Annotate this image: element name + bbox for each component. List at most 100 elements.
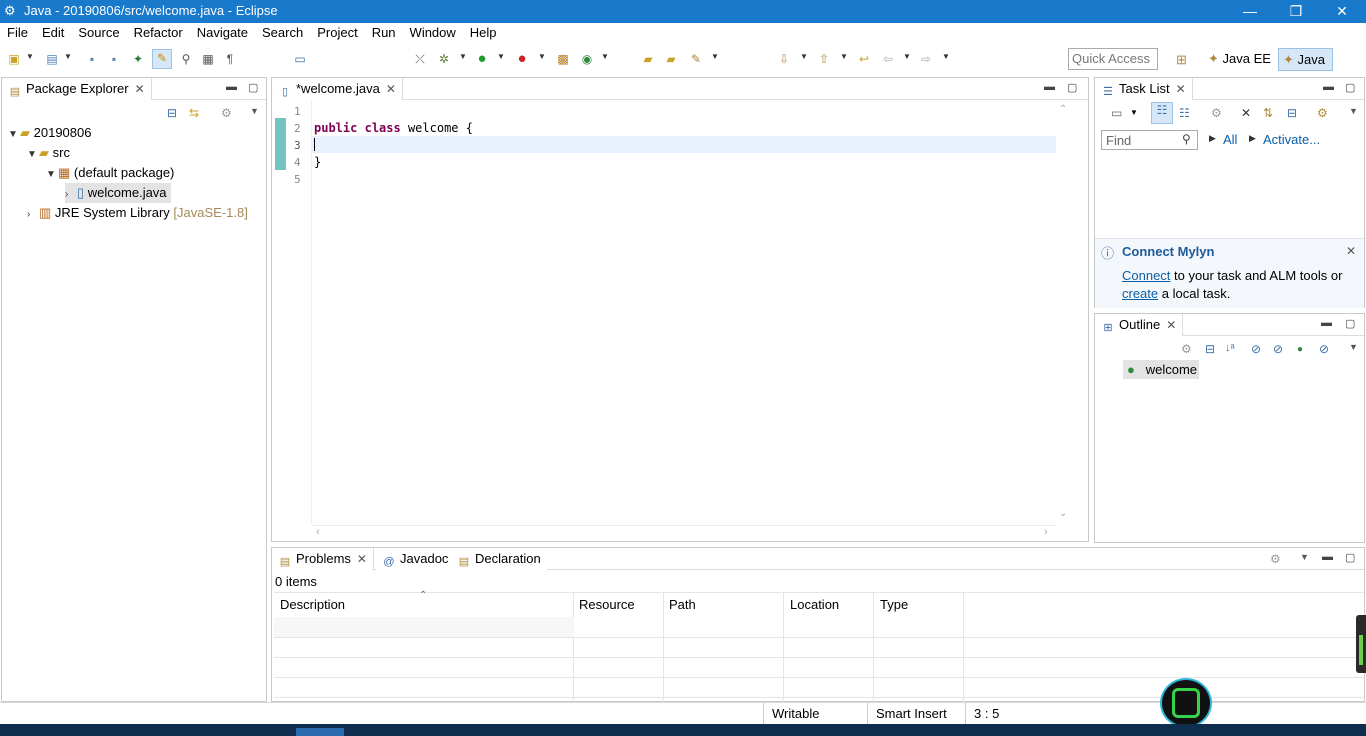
chevron-down-icon[interactable]: ▼ (538, 52, 546, 61)
quick-access-input[interactable]: Quick Access (1068, 48, 1158, 70)
toggle-mark-occurrences-icon[interactable]: ✎ (152, 49, 172, 69)
close-icon[interactable]: ✕ (135, 82, 145, 96)
scroll-left-icon[interactable]: ‹ (316, 526, 320, 538)
external-tools-icon[interactable]: ▩ (555, 51, 571, 67)
minimize-icon[interactable]: ▬ (1321, 317, 1332, 329)
maximize-icon[interactable]: ▢ (248, 81, 258, 94)
column-description[interactable]: Description ⌃ (274, 590, 574, 703)
taskbar-active-item[interactable] (296, 728, 344, 736)
tree-default-package[interactable]: ▼ ▦ (default package) (46, 165, 174, 181)
column-resource[interactable]: Resource (574, 593, 664, 703)
maximize-icon[interactable]: ▢ (1345, 551, 1355, 564)
column-path[interactable]: Path (664, 593, 784, 703)
chevron-down-icon[interactable]: ▼ (903, 52, 911, 61)
menu-file[interactable]: File (0, 23, 35, 40)
chevron-down-icon[interactable]: ▼ (8, 129, 20, 140)
maximize-icon[interactable]: ▢ (1067, 81, 1077, 94)
connect-link[interactable]: Connect (1122, 268, 1170, 283)
show-whitespace-icon[interactable]: ▦ (200, 51, 216, 67)
hide-local-types-icon[interactable]: ⊘ (1319, 342, 1329, 356)
sync-icon[interactable]: ⇅ (1263, 106, 1273, 120)
close-icon[interactable]: ✕ (1346, 244, 1356, 258)
perspective-java-ee[interactable]: ✦ Java EE (1204, 48, 1275, 71)
side-widget[interactable] (1356, 615, 1366, 673)
filter-icon[interactable]: ⚙ (221, 106, 232, 120)
link-editor-icon[interactable]: ⇆ (189, 106, 199, 120)
chevron-right-icon[interactable]: › (65, 189, 77, 200)
back-icon[interactable]: ⇦ (880, 51, 896, 67)
debug-icon[interactable]: ✲ (436, 51, 452, 67)
collapse-all-icon[interactable]: ⊟ (1287, 106, 1297, 120)
menu-run[interactable]: Run (365, 23, 403, 40)
scroll-up-icon[interactable]: ⌃ (1059, 104, 1067, 115)
vertical-scrollbar[interactable]: ⌃ ⌄ (1057, 100, 1071, 524)
minimize-icon[interactable]: ▬ (1044, 81, 1055, 93)
new-project-icon[interactable]: ▤ (44, 51, 60, 67)
console-icon[interactable]: ▭ (292, 51, 308, 67)
chevron-down-icon[interactable]: ▼ (64, 52, 72, 61)
view-menu-icon[interactable]: ▼ (1349, 342, 1358, 352)
chevron-down-icon[interactable]: ▼ (1130, 108, 1138, 117)
avatar[interactable] (1160, 678, 1212, 728)
tree-project[interactable]: ▼ ▰ 20190806 (8, 125, 91, 141)
chevron-down-icon[interactable]: ▼ (711, 52, 719, 61)
close-icon[interactable]: ✕ (1176, 82, 1186, 96)
prev-annotation-icon[interactable]: ⇧ (816, 51, 832, 67)
chevron-down-icon[interactable]: ▼ (800, 52, 808, 61)
code-line-4[interactable]: } (314, 155, 321, 169)
chevron-down-icon[interactable]: ▼ (459, 52, 467, 61)
pilcrow-icon[interactable]: ¶ (222, 51, 238, 67)
find-input[interactable]: Find ⚲ (1101, 130, 1198, 150)
scheduled-icon[interactable]: ☷ (1179, 106, 1190, 120)
minimize-icon[interactable]: ▬ (1322, 551, 1333, 563)
forward-icon[interactable]: ⇨ (918, 51, 934, 67)
all-filter-link[interactable]: All (1223, 132, 1237, 147)
close-button[interactable]: ✕ (1319, 0, 1365, 23)
collapse-all-icon[interactable]: ⊟ (167, 106, 177, 120)
tree-jre-library[interactable]: › ▥ JRE System Library [JavaSE-1.8] (27, 205, 248, 221)
horizontal-scrollbar[interactable]: ‹ › (312, 525, 1056, 539)
column-type[interactable]: Type (874, 593, 964, 703)
hide-fields-icon[interactable]: ⊘ (1251, 342, 1261, 356)
tab-problems[interactable]: ▤ Problems ✕ (272, 548, 374, 570)
new-icon[interactable]: ▣ (6, 51, 22, 67)
hide-completed-icon[interactable]: ✕ (1241, 106, 1251, 120)
next-annotation-icon[interactable]: ⇩ (776, 51, 792, 67)
scroll-down-icon[interactable]: ⌄ (1059, 508, 1067, 519)
close-icon[interactable]: ✕ (386, 82, 396, 96)
maximize-icon[interactable]: ▢ (1345, 81, 1355, 94)
save-icon[interactable]: ▪ (84, 51, 100, 67)
activate-link[interactable]: Activate... (1263, 132, 1320, 147)
tree-welcome-java[interactable]: › ▯ welcome.java (65, 183, 171, 203)
focus-icon[interactable]: ⚙ (1270, 552, 1281, 566)
menu-refactor[interactable]: Refactor (127, 23, 190, 40)
repository-icon[interactable]: ⚙ (1317, 106, 1328, 120)
close-icon[interactable]: ✕ (357, 552, 367, 566)
chevron-down-icon[interactable]: ▼ (840, 52, 848, 61)
maximize-button[interactable]: ❐ (1273, 0, 1319, 23)
create-link[interactable]: create (1122, 286, 1158, 301)
view-menu-icon[interactable]: ▼ (250, 106, 259, 116)
menu-navigate[interactable]: Navigate (190, 23, 255, 40)
menu-project[interactable]: Project (310, 23, 364, 40)
tab-welcome-java[interactable]: ▯ *welcome.java ✕ (272, 78, 403, 100)
view-menu-icon[interactable]: ▼ (1349, 106, 1358, 116)
menu-search[interactable]: Search (255, 23, 310, 40)
search-tool-icon[interactable]: ✎ (688, 51, 704, 67)
focus-icon[interactable]: ⚙ (1181, 342, 1192, 356)
sort-icon[interactable]: ↓ᵃ (1225, 342, 1235, 354)
tab-task-list[interactable]: ☰ Task List ✕ (1095, 78, 1193, 100)
menu-source[interactable]: Source (71, 23, 126, 40)
maximize-icon[interactable]: ▢ (1345, 317, 1355, 330)
tab-outline[interactable]: ⊞ Outline ✕ (1095, 314, 1184, 336)
hide-nonpublic-icon[interactable]: ● (1297, 344, 1303, 355)
tab-javadoc[interactable]: @ Javadoc (376, 548, 456, 570)
categorized-icon[interactable]: ☷ (1151, 102, 1173, 124)
scroll-right-icon[interactable]: › (1044, 526, 1048, 538)
toggle-block-icon[interactable]: ⚲ (178, 51, 194, 67)
open-perspective-icon[interactable]: ⊞ (1176, 52, 1187, 68)
skip-breakpoints-icon[interactable]: ⤫ (412, 51, 428, 67)
last-edit-icon[interactable]: ↩ (856, 51, 872, 67)
open-task-icon[interactable]: ▰ (663, 51, 679, 67)
minimize-button[interactable]: — (1227, 0, 1273, 23)
